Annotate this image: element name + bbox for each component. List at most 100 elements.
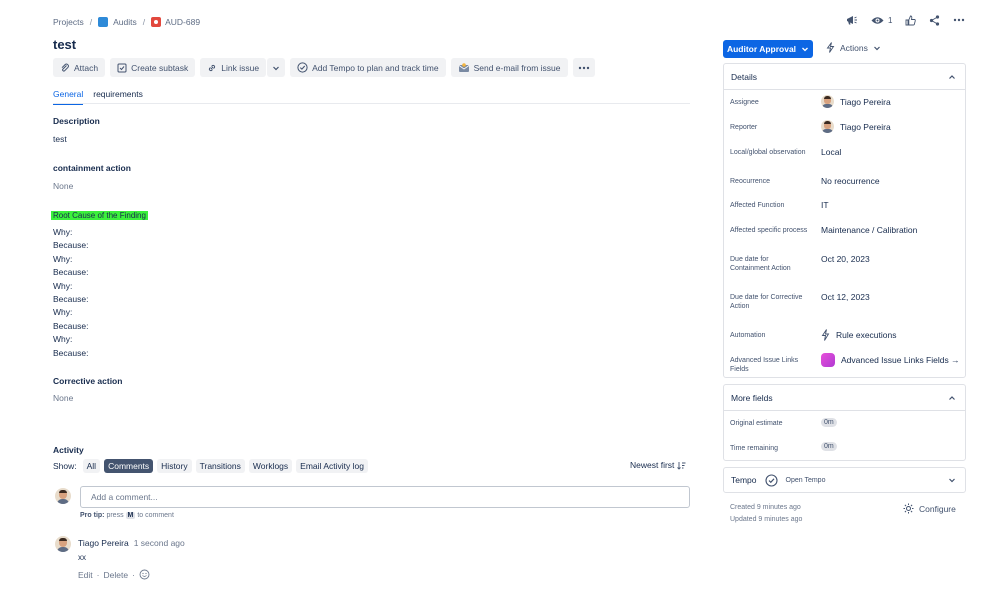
field-due-corrective[interactable]: Oct 12, 2023 [821, 292, 870, 302]
lightning-icon [826, 42, 835, 53]
containment-value[interactable]: None [53, 181, 73, 191]
field-due-containment[interactable]: Oct 20, 2023 [821, 254, 870, 264]
filter-email-activity[interactable]: Email Activity log [296, 459, 368, 473]
add-tempo-button[interactable]: Add Tempo to plan and track time [290, 58, 446, 77]
because-line: Because: [53, 240, 89, 251]
email-icon [458, 62, 469, 72]
attach-button[interactable]: Attach [53, 58, 106, 77]
field-time-remaining[interactable]: 0m [821, 442, 837, 451]
breadcrumb-project-label: Audits [113, 17, 137, 27]
actions-label: Actions [840, 42, 868, 53]
gear-icon [903, 503, 914, 514]
issue-toolbar: Attach Create subtask Link issue Add Tem… [53, 58, 595, 77]
thumbs-up-icon[interactable] [905, 15, 917, 26]
filter-comments[interactable]: Comments [104, 459, 154, 473]
corrective-value[interactable]: None [53, 393, 73, 403]
field-assignee[interactable]: Tiago Pereira [821, 95, 891, 108]
comment-edit[interactable]: Edit [78, 570, 93, 580]
more-icon [578, 66, 589, 69]
dot-separator: · [96, 569, 100, 580]
link-issue-dropdown[interactable] [267, 58, 286, 77]
tempo-panel[interactable]: Tempo Open Tempo [723, 467, 966, 493]
field-affected-function[interactable]: IT [821, 200, 829, 210]
advanced-links-logo-icon [821, 353, 835, 367]
breadcrumb-issue[interactable]: AUD-689 [151, 17, 200, 27]
configure-label: Configure [919, 503, 956, 514]
issue-type-icon [151, 17, 162, 27]
why-line: Why: [53, 280, 73, 291]
automation-value: Rule executions [836, 330, 897, 340]
description-heading: Description [53, 116, 100, 126]
tempo-check-icon [764, 473, 778, 487]
breadcrumb-issue-key: AUD-689 [165, 17, 201, 27]
tempo-heading: Tempo [731, 475, 757, 485]
reporter-name: Tiago Pereira [840, 121, 891, 132]
field-automation[interactable]: Rule executions [821, 329, 896, 341]
field-label-local-global: Local/global observation [730, 149, 806, 156]
filter-transitions[interactable]: Transitions [195, 459, 245, 473]
containment-heading: containment action [53, 163, 131, 173]
lightning-icon [821, 329, 830, 341]
breadcrumb-projects[interactable]: Projects [53, 17, 84, 27]
filter-all[interactable]: All [82, 459, 101, 473]
link-issue-button[interactable]: Link issue [200, 58, 267, 77]
tempo-check-icon [297, 62, 308, 73]
field-label-original-estimate: Original estimate [730, 420, 783, 427]
sort-toggle[interactable]: Newest first [630, 460, 686, 470]
more-icon[interactable] [953, 18, 965, 22]
issue-top-actions: 1 [845, 14, 965, 26]
field-advanced-links[interactable]: Advanced Issue Links Fields → [821, 353, 960, 367]
field-reocurrence[interactable]: No reocurrence [821, 176, 880, 186]
why-line: Why: [53, 334, 73, 345]
breadcrumb-project[interactable]: Audits [98, 17, 137, 27]
chevron-up-icon [949, 395, 955, 400]
status-button[interactable]: Auditor Approval [723, 40, 813, 58]
field-local-global[interactable]: Local [821, 147, 841, 157]
breadcrumb: Projects / Audits / AUD-689 [53, 17, 200, 27]
more-fields-heading: More fields [731, 392, 773, 403]
eye-icon [871, 16, 884, 24]
add-tempo-label: Add Tempo to plan and track time [312, 62, 439, 73]
current-user-avatar [55, 488, 71, 504]
comment-author-avatar[interactable] [55, 536, 71, 552]
comment-input[interactable]: Add a comment... [80, 486, 690, 508]
open-tempo-link[interactable]: Open Tempo [786, 477, 826, 484]
field-label-assignee: Assignee [730, 99, 759, 106]
because-line: Because: [53, 267, 89, 278]
filter-worklogs[interactable]: Worklogs [248, 459, 293, 473]
create-subtask-button[interactable]: Create subtask [110, 58, 196, 77]
megaphone-icon[interactable] [845, 14, 858, 26]
configure-button[interactable]: Configure [903, 503, 956, 514]
issue-title[interactable]: test [53, 37, 76, 52]
share-icon[interactable] [929, 14, 940, 26]
link-icon [209, 64, 216, 71]
avatar [821, 95, 834, 108]
description-value[interactable]: test [53, 134, 67, 144]
watch-button[interactable]: 1 [871, 16, 892, 25]
sort-icon [677, 461, 686, 470]
more-actions-button[interactable] [572, 58, 595, 77]
field-original-estimate[interactable]: 0m [821, 418, 837, 427]
field-affected-process[interactable]: Maintenance / Calibration [821, 225, 917, 235]
add-reaction-icon[interactable] [139, 569, 150, 580]
field-label-due-corrective: Due date for Corrective Action [730, 294, 803, 310]
more-fields-header[interactable]: More fields [724, 385, 965, 411]
updated-time: Updated 9 minutes ago [730, 516, 803, 523]
field-label-advanced-links: Advanced Issue Links Fields [730, 357, 799, 373]
corrective-heading: Corrective action [53, 376, 123, 386]
filter-history[interactable]: History [157, 459, 192, 473]
send-email-button[interactable]: Send e-mail from issue [450, 58, 568, 77]
comment-delete[interactable]: Delete [104, 570, 129, 580]
show-label: Show: [53, 461, 77, 471]
sort-label: Newest first [630, 460, 675, 470]
tabs-divider [53, 103, 690, 104]
root-cause-lines[interactable]: Why: Because: Why: Because: Why: Because… [53, 227, 88, 361]
field-label-due-containment: Due date for Containment Action [730, 256, 791, 272]
because-line: Because: [53, 347, 89, 358]
time-remaining-chip: 0m [821, 442, 837, 451]
details-header[interactable]: Details [724, 64, 965, 90]
field-reporter[interactable]: Tiago Pereira [821, 120, 891, 133]
comment-author[interactable]: Tiago Pereira [78, 538, 129, 548]
because-line: Because: [53, 293, 89, 304]
actions-button[interactable]: Actions [826, 42, 881, 53]
